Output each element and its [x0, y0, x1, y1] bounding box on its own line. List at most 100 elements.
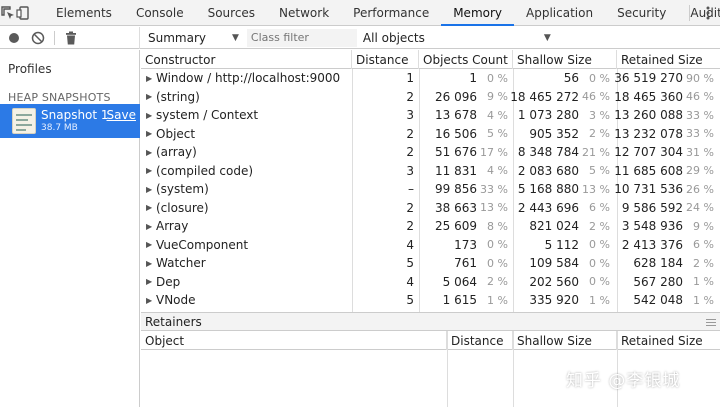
table-row[interactable]: ▶ Watcher 5 761 0 % 109 584 0 % 628 184 2 %	[141, 254, 720, 273]
objects-count-cell: 25 609	[435, 219, 477, 234]
objects-select-value: All objects	[362, 30, 425, 45]
trash-icon[interactable]	[59, 27, 83, 49]
constructor-cell: ▶ (string)	[141, 88, 352, 107]
expand-triangle-icon[interactable]: ▶	[146, 148, 154, 157]
retainers-column-shallow-size[interactable]: Shallow Size	[513, 331, 617, 350]
snapshot-item[interactable]: Snapshot 1 38.7 MB Save	[0, 104, 140, 138]
table-row[interactable]: ▶ (string) 2 26 096 9 % 18 465 272 46 % 18 465 …	[141, 88, 720, 107]
device-toolbar-icon[interactable]	[16, 0, 32, 26]
column-header-retained-size[interactable]: Retained Size	[617, 50, 720, 69]
retainers-column-object[interactable]: Object	[141, 331, 447, 350]
objects-percent-cell: 0 %	[487, 71, 508, 85]
expand-triangle-icon[interactable]: ▶	[146, 296, 154, 305]
tab-network[interactable]: Network	[267, 0, 341, 25]
constructor-name: Object	[156, 126, 196, 141]
expand-triangle-icon[interactable]: ▶	[146, 129, 154, 138]
distance-cell: 2	[406, 89, 414, 104]
table-row[interactable]: ▶ Dep 4 5 064 2 % 202 560 0 % 567 280 1 %	[141, 273, 720, 292]
tab-sources[interactable]: Sources	[196, 0, 267, 25]
expand-triangle-icon[interactable]: ▶	[146, 259, 154, 268]
tab-console[interactable]: Console	[124, 0, 196, 25]
column-header-objects-count[interactable]: Objects Count	[419, 50, 513, 69]
snapshot-title: Snapshot 1	[41, 108, 109, 122]
constructor-cell: ▶ (compiled code)	[141, 162, 352, 181]
expand-triangle-icon[interactable]: ▶	[146, 203, 154, 212]
table-row[interactable]: ▶ system / Context 3 13 678 4 % 1 073 280 3 % 1…	[141, 106, 720, 125]
expand-triangle-icon[interactable]: ▶	[146, 277, 154, 286]
retained-size-cell: 18 465 360	[614, 89, 683, 104]
constructor-cell: ▶ Array	[141, 217, 352, 236]
chevron-down-icon: ▼	[543, 32, 551, 43]
inspect-element-icon[interactable]	[0, 0, 16, 26]
constructor-cell: ▶ VueComponent	[141, 236, 352, 255]
profiles-label: Profiles	[8, 62, 52, 76]
retained-size-cell: 13 232 078	[614, 126, 683, 141]
distance-cell: 5	[406, 256, 414, 271]
more-options-icon[interactable]	[696, 0, 720, 26]
expand-triangle-icon[interactable]: ▶	[146, 185, 154, 194]
tab-performance[interactable]: Performance	[341, 0, 441, 25]
shallow-size-cell: 2 083 680	[517, 163, 579, 178]
objects-percent-cell: 0 %	[487, 238, 508, 252]
expand-triangle-icon[interactable]: ▶	[146, 222, 154, 231]
drag-handle-icon[interactable]	[706, 319, 716, 328]
retainers-column-retained-size[interactable]: Retained Size	[617, 331, 720, 350]
table-row[interactable]: ▶ Array 2 25 609 8 % 821 024 2 % 3 548 936 9 %	[141, 217, 720, 236]
save-link[interactable]: Save	[107, 108, 136, 122]
retained-percent-cell: 1 %	[693, 293, 714, 307]
retained-percent-cell: 90 %	[686, 71, 714, 85]
view-select[interactable]: Summary ▼	[140, 27, 247, 49]
objects-percent-cell: 4 %	[487, 108, 508, 122]
expand-triangle-icon[interactable]: ▶	[146, 166, 154, 175]
constructor-name: VNode	[156, 293, 196, 308]
tab-elements[interactable]: Elements	[44, 0, 124, 25]
retained-percent-cell: 9 %	[693, 219, 714, 233]
table-row[interactable]: ▶ Window / http://localhost:9000 1 1 0 % 56 0 …	[141, 69, 720, 88]
shallow-percent-cell: 6 %	[589, 201, 610, 215]
expand-triangle-icon[interactable]: ▶	[146, 74, 154, 83]
objects-percent-cell: 9 %	[487, 90, 508, 104]
shallow-percent-cell: 46 %	[582, 90, 610, 104]
objects-select[interactable]: All objects ▼	[357, 27, 557, 49]
retainers-panel-header[interactable]: Retainers	[141, 312, 720, 331]
expand-triangle-icon[interactable]: ▶	[146, 240, 154, 249]
table-row[interactable]: ▶ (closure) 2 38 663 13 % 2 443 696 6 % 9 586 5…	[141, 199, 720, 218]
record-icon[interactable]	[2, 27, 26, 49]
shallow-size-cell: 905 352	[529, 126, 579, 141]
table-row[interactable]: ▶ VueComponent 4 173 0 % 5 112 0 % 2 413 376 6 %	[141, 236, 720, 255]
table-row[interactable]: ▶ (system) – 99 856 33 % 5 168 880 13 % 10 731 …	[141, 180, 720, 199]
shallow-percent-cell: 1 %	[589, 293, 610, 307]
expand-triangle-icon[interactable]: ▶	[146, 92, 154, 101]
column-header-shallow-size[interactable]: Shallow Size	[513, 50, 617, 69]
retained-size-cell: 10 731 536	[614, 182, 683, 197]
table-row[interactable]: ▶ Object 2 16 506 5 % 905 352 2 % 13 232 078 33 …	[141, 125, 720, 144]
clear-icon[interactable]	[26, 27, 50, 49]
retained-size-cell: 12 707 304	[614, 145, 683, 160]
retained-percent-cell: 46 %	[686, 90, 714, 104]
tab-security[interactable]: Security	[605, 0, 678, 25]
column-header-distance[interactable]: Distance	[352, 50, 419, 69]
tab-memory[interactable]: Memory	[441, 0, 514, 26]
retained-percent-cell: 6 %	[693, 238, 714, 252]
tab-application[interactable]: Application	[514, 0, 605, 25]
objects-count-cell: 173	[454, 237, 477, 252]
constructor-cell: ▶ system / Context	[141, 106, 352, 125]
constructor-name: Watcher	[156, 256, 206, 271]
retained-size-cell: 567 280	[633, 274, 683, 289]
table-row[interactable]: ▶ (array) 2 51 676 17 % 8 348 784 21 % 12 707 3…	[141, 143, 720, 162]
shallow-percent-cell: 2 %	[589, 219, 610, 233]
snapshot-icon	[12, 108, 36, 134]
constructor-cell: ▶ Dep	[141, 273, 352, 292]
constructor-cell: ▶ VNode	[141, 291, 352, 310]
retainers-column-distance[interactable]: Distance	[447, 331, 513, 350]
devtools-tab-bar: Elements Console Sources Network Performance…	[0, 0, 720, 26]
class-filter-input[interactable]	[246, 28, 357, 47]
expand-triangle-icon[interactable]: ▶	[146, 111, 154, 120]
table-row[interactable]: ▶ (compiled code) 3 11 831 4 % 2 083 680 5 % 11…	[141, 162, 720, 181]
column-header-constructor[interactable]: Constructor	[141, 50, 352, 69]
distance-cell: 4	[406, 274, 414, 289]
distance-cell: 2	[406, 145, 414, 160]
table-row[interactable]: ▶ VNode 5 1 615 1 % 335 920 1 % 542 048 1 %	[141, 291, 720, 310]
constructor-cell: ▶ (array)	[141, 143, 352, 162]
objects-percent-cell: 13 %	[480, 201, 508, 215]
